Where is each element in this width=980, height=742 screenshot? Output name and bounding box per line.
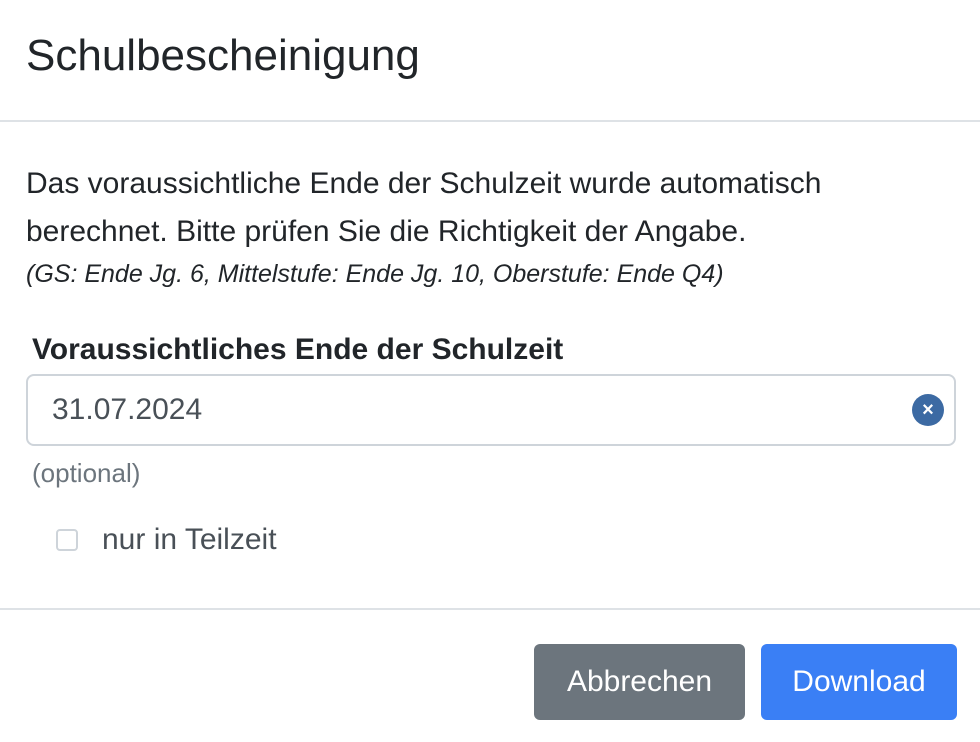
modal-footer: Abbrechen Download (0, 610, 980, 742)
download-button[interactable]: Download (761, 644, 957, 720)
part-time-checkbox[interactable] (56, 529, 78, 551)
hint-text: (GS: Ende Jg. 6, Mittelstufe: Ende Jg. 1… (26, 260, 724, 288)
end-date-input[interactable] (52, 376, 892, 444)
cancel-button[interactable]: Abbrechen (534, 644, 745, 720)
end-date-field: × (26, 374, 956, 446)
intro-text: Das voraussichtliche Ende der Schulzeit … (26, 167, 822, 248)
modal-dialog: Schulbescheinigung Das voraussichtliche … (0, 0, 980, 742)
optional-hint: (optional) (32, 458, 141, 488)
clear-icon[interactable]: × (912, 394, 944, 426)
part-time-row: nur in Teilzeit (56, 520, 277, 560)
modal-title: Schulbescheinigung (26, 31, 420, 80)
part-time-label[interactable]: nur in Teilzeit (102, 520, 277, 560)
modal-header: Schulbescheinigung (0, 0, 980, 122)
modal-body: Das voraussichtliche Ende der Schulzeit … (0, 122, 980, 610)
end-date-label: Voraussichtliches Ende der Schulzeit (32, 333, 564, 366)
